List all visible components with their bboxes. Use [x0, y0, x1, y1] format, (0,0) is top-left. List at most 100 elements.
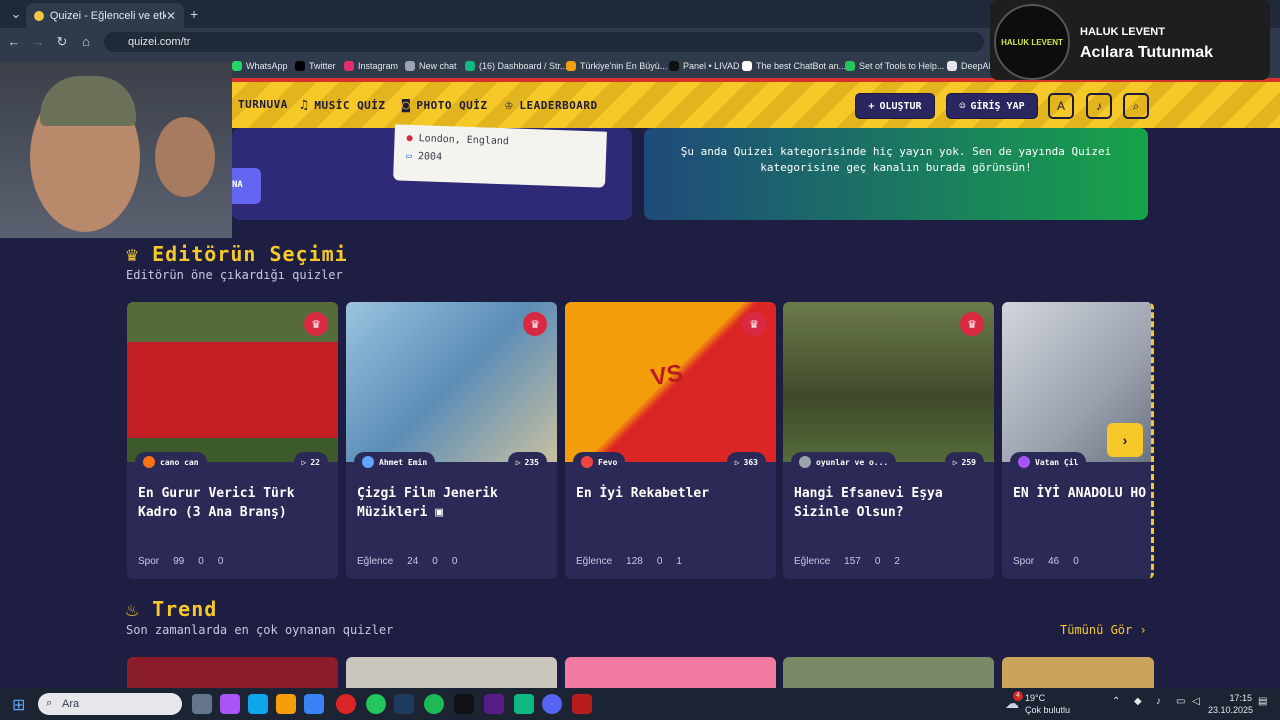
category-label: Spor: [138, 556, 160, 567]
quiz-card[interactable]: ♛ Ahmet Emin ▷ 235 Çizgi Film Jenerik Müz…: [346, 302, 557, 579]
crown-badge-icon: ♛: [523, 312, 547, 336]
quiz-card[interactable]: ♛ oyunlar ve o... ▷ 259 Hangi Efsanevi Eş…: [783, 302, 994, 579]
reload-icon[interactable]: ↻: [50, 34, 74, 50]
edge-icon[interactable]: [248, 694, 268, 714]
url-input[interactable]: quizei.com/tr: [104, 32, 984, 52]
vs-badge-icon: VS: [648, 359, 686, 392]
nav-leaderboard[interactable]: ♔ LEADERBOARD: [505, 98, 598, 113]
tray-app-icon[interactable]: ◆: [1134, 696, 1142, 707]
notification-icon[interactable]: ▤: [1258, 696, 1267, 707]
voicemod-icon[interactable]: [572, 694, 592, 714]
author-pill[interactable]: cano can: [135, 452, 207, 472]
questions-count: 157: [844, 556, 861, 567]
quiz-title[interactable]: En İyi Rekabetler: [576, 484, 766, 503]
see-all-link[interactable]: Tümünü Gör ›: [1060, 623, 1147, 637]
clock-time[interactable]: 17:15: [1212, 693, 1252, 703]
author-pill[interactable]: Fevo: [573, 452, 626, 472]
volume-icon[interactable]: ◁: [1192, 696, 1200, 707]
forward-icon[interactable]: →: [26, 34, 50, 49]
author-pill[interactable]: Vatan Çil: [1010, 452, 1087, 472]
hero-button[interactable]: NA: [232, 168, 261, 204]
browser-tab[interactable]: Quizei - Eğlenceli ve etkileşim... ✕: [26, 3, 184, 28]
weather-temp: 19°C: [1025, 693, 1046, 703]
category-label: Eğlence: [794, 556, 831, 567]
network-icon[interactable]: ▭: [1176, 696, 1185, 707]
bookmark-turkiye[interactable]: Türkiye'nin En Büyü...: [566, 61, 667, 71]
home-icon[interactable]: ⌂: [74, 34, 98, 49]
bookmark-whatsapp[interactable]: WhatsApp: [232, 61, 288, 71]
task-view-icon[interactable]: [192, 694, 212, 714]
microphone-icon[interactable]: ♪: [1156, 696, 1161, 707]
questions-count: 99: [173, 556, 185, 567]
login-button[interactable]: ☺ GİRİŞ YAP: [946, 93, 1038, 119]
play-icon: ▷: [952, 457, 958, 467]
tab-list-icon[interactable]: ⌄: [4, 6, 28, 22]
copilot-icon[interactable]: [220, 694, 240, 714]
search-icon[interactable]: ⌕: [1123, 93, 1149, 119]
quiz-title[interactable]: EN İYİ ANADOLU HO: [1013, 484, 1151, 503]
section-title-trend: ♨ Trend: [126, 597, 218, 621]
nav-tournament[interactable]: TURNUVA: [238, 98, 288, 111]
bookmark-new-chat[interactable]: New chat: [405, 61, 457, 71]
bookmark-twitter[interactable]: Twitter: [295, 61, 336, 71]
new-tab-button[interactable]: +: [190, 6, 198, 22]
file-explorer-icon[interactable]: [276, 694, 296, 714]
section-subtitle-trend: Son zamanlarda en çok oynanan quizler: [126, 623, 394, 637]
back-icon[interactable]: ←: [2, 34, 26, 49]
category-label: Eğlence: [357, 556, 394, 567]
quiz-meta: Spor 46 0: [1013, 556, 1151, 567]
discord-icon[interactable]: [542, 694, 562, 714]
bookmark-dashboard[interactable]: (16) Dashboard / Str...: [465, 61, 568, 71]
quiz-title[interactable]: Hangi Efsanevi Eşya Sizinle Olsun?: [794, 484, 984, 522]
quiz-image: ♛ VS: [565, 302, 776, 462]
epic-games-icon[interactable]: [454, 694, 474, 714]
quiz-image: ♛: [346, 302, 557, 462]
comments-count: 0: [1073, 556, 1079, 567]
play-count: ▷ 259: [944, 452, 984, 472]
quiz-title[interactable]: En Gurur Verici Türk Kadro (3 Ana Branş): [138, 484, 328, 522]
translate-icon[interactable]: A: [1048, 93, 1074, 119]
play-count: ▷ 235: [507, 452, 547, 472]
taskbar-search-input[interactable]: Ara: [38, 693, 182, 715]
nav-music-quiz[interactable]: ♫ MUSİC QUİZ: [300, 98, 386, 113]
streamer-hat: [40, 76, 136, 126]
create-button[interactable]: + OLUŞTUR: [855, 93, 935, 119]
quiz-card[interactable]: ♛ VS Fevo ▷ 363 En İyi Rekabetler Eğlence…: [565, 302, 776, 579]
app-icon[interactable]: [514, 694, 534, 714]
windows-start-icon[interactable]: ⊞: [12, 695, 25, 715]
steam-icon[interactable]: [394, 694, 414, 714]
quiz-card[interactable]: ♛ cano can ▷ 22 En Gurur Verici Türk Kadr…: [127, 302, 338, 579]
bookmark-chatbot[interactable]: The best ChatBot an...: [742, 61, 846, 71]
play-icon: ▷: [734, 457, 740, 467]
search-icon: ⌕: [46, 697, 53, 709]
clock-date[interactable]: 23.10.2025: [1208, 705, 1253, 715]
plus-icon: +: [868, 100, 875, 112]
opera-icon[interactable]: [336, 694, 356, 714]
quiz-title[interactable]: Çizgi Film Jenerik Müzikleri ▣: [357, 484, 547, 522]
tray-chevron-icon[interactable]: ⌃: [1112, 696, 1120, 707]
author-pill[interactable]: oyunlar ve o...: [791, 452, 897, 472]
tab-close-icon[interactable]: ✕: [166, 9, 176, 23]
vegas-icon[interactable]: [484, 694, 504, 714]
webcam-overlay: [0, 62, 232, 238]
comments-count: 0: [432, 556, 438, 567]
bell-icon[interactable]: ♪: [1086, 93, 1112, 119]
section-subtitle-editors: Editörün öne çıkardığı quizler: [126, 268, 343, 282]
bookmark-livad[interactable]: Panel • LIVAD: [669, 61, 740, 71]
nav-photo-quiz[interactable]: ◙ PHOTO QUİZ: [402, 98, 488, 113]
quiz-meta: Eğlence 157 0 2: [794, 556, 994, 567]
location-pin-icon: ●: [406, 132, 413, 144]
spotify-icon[interactable]: [424, 694, 444, 714]
bookmark-instagram[interactable]: Instagram: [344, 61, 398, 71]
author-pill[interactable]: Ahmet Emin: [354, 452, 436, 472]
artist-avatar: HALUK LEVENT: [994, 4, 1070, 80]
location-line: ● London, England: [406, 132, 510, 148]
carousel-next-icon[interactable]: ›: [1107, 423, 1143, 457]
store-icon[interactable]: [304, 694, 324, 714]
user-icon: ☺: [959, 100, 966, 112]
year-line: ▭ 2004: [405, 150, 443, 163]
bookmark-deepai[interactable]: DeepAI: [947, 61, 991, 71]
chrome-icon[interactable]: [366, 694, 386, 714]
bookmark-tools[interactable]: Set of Tools to Help...: [845, 61, 944, 71]
category-label: Spor: [1013, 556, 1035, 567]
